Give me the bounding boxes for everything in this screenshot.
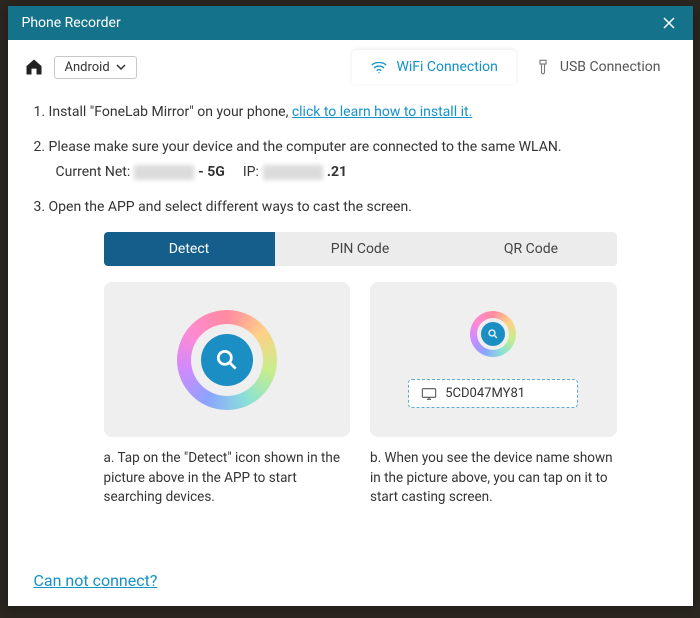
magnifier-icon — [487, 328, 499, 340]
mode-tab-detect[interactable]: Detect — [104, 232, 275, 266]
current-net-label: Current Net: — [56, 162, 131, 183]
ip-redacted — [263, 165, 323, 180]
app-title: Phone Recorder — [22, 15, 659, 31]
cannot-connect-link[interactable]: Can not connect? — [34, 571, 158, 590]
detect-icon-circle — [201, 334, 253, 386]
platform-dropdown[interactable]: Android — [54, 56, 137, 79]
home-icon — [24, 57, 44, 77]
ip-suffix: .21 — [327, 162, 347, 183]
wifi-icon — [370, 58, 388, 76]
caption-b: b. When you see the device name shown in… — [370, 449, 617, 508]
card-detect — [104, 282, 351, 437]
step-3-text: 3. Open the APP and select different way… — [34, 199, 412, 215]
card-device: 5CD047MY81 — [370, 282, 617, 437]
close-button[interactable] — [659, 13, 679, 33]
ip-label: IP: — [243, 162, 259, 183]
step-2: 2. Please make sure your device and the … — [34, 137, 667, 183]
footer: Can not connect? — [8, 571, 693, 606]
content-area: 1. Install "FoneLab Mirror" on your phon… — [8, 84, 693, 571]
mode-tab-pin[interactable]: PIN Code — [275, 232, 446, 266]
tab-usb-label: USB Connection — [560, 59, 661, 75]
close-icon — [662, 16, 676, 30]
platform-selected-label: Android — [65, 60, 110, 75]
tab-wifi-label: WiFi Connection — [396, 59, 497, 75]
toolbar: Android WiFi Connection USB Connection — [8, 40, 693, 84]
instruction-cards: 5CD047MY81 — [104, 282, 617, 437]
device-chip[interactable]: 5CD047MY81 — [408, 379, 578, 408]
mode-tabs: Detect PIN Code QR Code — [104, 232, 617, 266]
network-name-redacted — [134, 165, 194, 180]
step-1: 1. Install "FoneLab Mirror" on your phon… — [34, 102, 667, 123]
install-help-link[interactable]: click to learn how to install it. — [292, 104, 472, 120]
network-info-row: Current Net: - 5G IP: .21 — [56, 162, 667, 183]
captions-row: a. Tap on the "Detect" icon shown in the… — [104, 449, 617, 508]
tab-usb[interactable]: USB Connection — [516, 50, 679, 84]
mode-tab-qr[interactable]: QR Code — [446, 232, 617, 266]
monitor-icon — [421, 387, 437, 401]
step-1-text: 1. Install "FoneLab Mirror" on your phon… — [34, 104, 292, 120]
connection-tabs: WiFi Connection USB Connection — [352, 50, 678, 84]
magnifier-icon — [214, 347, 240, 373]
home-button[interactable] — [22, 55, 46, 79]
step-2-text: 2. Please make sure your device and the … — [34, 139, 562, 155]
tab-wifi[interactable]: WiFi Connection — [352, 50, 515, 84]
titlebar: Phone Recorder — [8, 6, 693, 40]
chevron-down-icon — [116, 64, 126, 70]
usb-icon — [534, 58, 552, 76]
network-suffix: - 5G — [198, 162, 225, 183]
device-name: 5CD047MY81 — [445, 386, 525, 401]
step-3: 3. Open the APP and select different way… — [34, 197, 667, 218]
app-window: Phone Recorder Android WiFi Connection U… — [8, 6, 693, 606]
caption-a: a. Tap on the "Detect" icon shown in the… — [104, 449, 351, 508]
device-icon-circle — [481, 322, 505, 346]
